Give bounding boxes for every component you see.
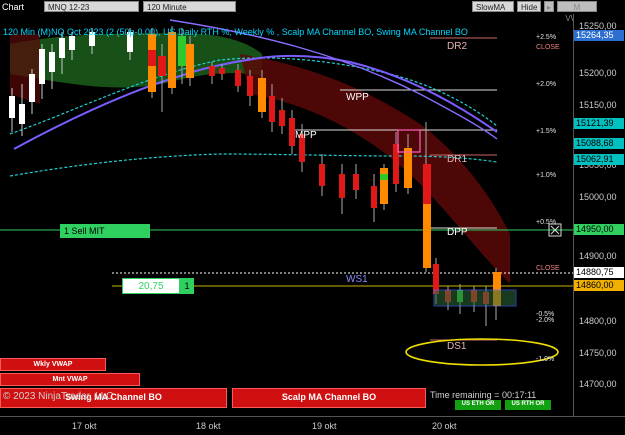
price-marker: 15088,68	[574, 138, 624, 149]
chart-tab[interactable]: Chart	[2, 0, 24, 14]
us-rth-or-button[interactable]: US RTH OR	[505, 400, 551, 410]
time-tick: 19 okt	[312, 421, 337, 431]
sell-mit-order[interactable]: 1 Sell MIT	[60, 224, 150, 238]
chart-toolbar: Chart MNQ 12-23 120 Minute SlowMA Hide ▸…	[0, 0, 625, 23]
time-tick: 17 okt	[72, 421, 97, 431]
green-channel-fill	[10, 33, 262, 88]
pct-label: +2.5%	[536, 34, 557, 41]
mpp-label: MPP	[295, 130, 317, 141]
pct-label: -2.0%	[536, 317, 555, 324]
wpp-label: WPP	[346, 92, 369, 103]
price-chart[interactable]: 120 Min (M)NQ Oct 2023 (2 (50p-0.00), US…	[0, 14, 573, 416]
red-channel-fill-left	[10, 34, 40, 104]
price-marker: 15121,39	[574, 118, 624, 129]
position-box	[433, 289, 517, 307]
price-marker: 15062,91	[574, 154, 624, 165]
time-tick: 20 okt	[432, 421, 457, 431]
scalp-bo-button[interactable]: Scalp MA Channel BO	[232, 388, 426, 408]
copyright-text: © 2023 NinjaTrader, LLC	[3, 391, 114, 402]
chart-title: 120 Min (M)NQ Oct 2023 (2 (50p-0.00), US…	[3, 27, 468, 37]
price-tick: 14800,00	[579, 316, 617, 326]
price-tick: 14750,00	[579, 348, 617, 358]
time-axis[interactable]: 17 okt 18 okt 19 okt 20 okt	[0, 416, 625, 435]
red-channel-fill	[240, 54, 510, 284]
price-tick: 15150,00	[579, 100, 617, 110]
price-marker: 14880,75	[574, 267, 624, 278]
dr2-label: DR2	[447, 41, 468, 52]
pct-label: +1.5%	[536, 128, 557, 135]
hide-button[interactable]: Hide	[517, 1, 541, 12]
price-marker: 14860,00	[574, 280, 624, 291]
vwap-button[interactable]: M VWAP	[557, 1, 597, 23]
time-tick: 18 okt	[196, 421, 221, 431]
position-pnl[interactable]: 20,75	[122, 278, 180, 294]
position-qty[interactable]: 1	[180, 278, 194, 294]
mnt-vwap-button[interactable]: Mnt VWAP	[0, 373, 140, 386]
ws1-label: WS1	[346, 274, 368, 285]
chart-canvas	[0, 19, 573, 366]
dr1-label: DR1	[447, 154, 468, 165]
us-eth-or-button[interactable]: US ETH OR	[455, 400, 501, 410]
time-remaining: Time remaining = 00:17:11	[430, 390, 537, 400]
close-label: CLOSE	[536, 44, 560, 51]
dpp-label: DPP	[447, 227, 468, 238]
ds1-label: DS1	[447, 341, 467, 352]
price-tick: 15000,00	[579, 192, 617, 202]
indicator-selector[interactable]: SlowMA	[472, 1, 514, 12]
timeframe-selector[interactable]: 120 Minute	[143, 1, 236, 12]
price-marker: 14950,00	[574, 224, 624, 235]
pct-label: +2.0%	[536, 81, 557, 88]
price-tick: 15200,00	[579, 68, 617, 78]
pct-label: -1.0%	[536, 356, 555, 363]
price-tick: 14900,00	[579, 251, 617, 261]
price-marker: 15264,35	[574, 30, 624, 41]
pct-label: +0.5%	[536, 219, 557, 226]
price-tick: 14700,00	[579, 379, 617, 389]
scroll-icon[interactable]: ▸	[544, 1, 554, 12]
instrument-selector[interactable]: MNQ 12-23	[44, 1, 139, 12]
close-label: CLOSE	[536, 265, 560, 272]
pct-label: +1.0%	[536, 172, 557, 179]
wkly-vwap-button[interactable]: Wkly VWAP	[0, 358, 106, 371]
price-axis[interactable]: 15250,00 15200,00 15150,00 15050,00 1500…	[573, 14, 625, 416]
